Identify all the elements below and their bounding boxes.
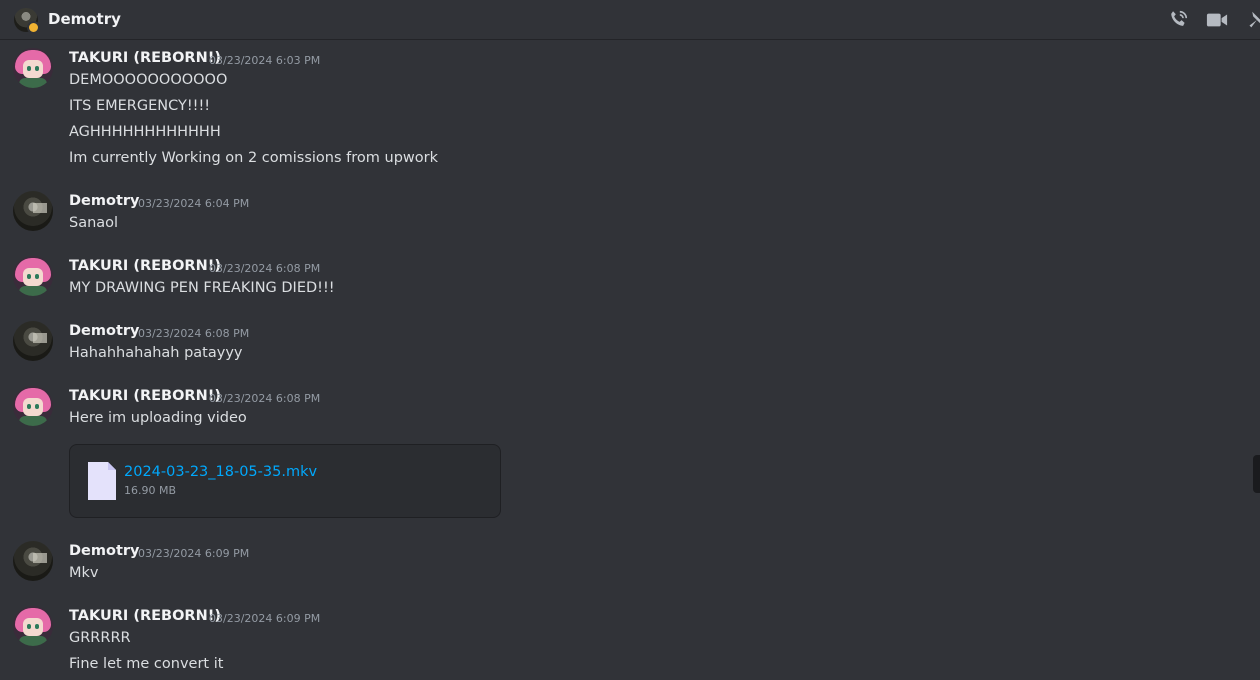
message-text: Hahahhahahah patayyy xyxy=(69,345,243,361)
dm-user-avatar[interactable] xyxy=(14,8,40,34)
user-avatar[interactable] xyxy=(13,321,53,361)
user-avatar[interactable] xyxy=(13,256,53,296)
video-camera-icon[interactable] xyxy=(1205,9,1229,31)
file-size: 16.90 MB xyxy=(124,484,177,497)
message-text: MY DRAWING PEN FREAKING DIED!!! xyxy=(69,280,335,296)
message-text: ITS EMERGENCY!!!! xyxy=(69,98,211,114)
scrollbar-thumb[interactable] xyxy=(1253,455,1260,493)
user-avatar[interactable] xyxy=(13,386,53,426)
timestamp: 03/23/2024 6:03 PM xyxy=(209,54,321,67)
phone-call-icon[interactable] xyxy=(1166,9,1190,31)
timestamp: 03/23/2024 6:08 PM xyxy=(209,262,321,275)
file-name-link[interactable]: 2024-03-23_18-05-35.mkv xyxy=(124,464,317,480)
message-text: Mkv xyxy=(69,565,99,581)
channel-header: Demotry xyxy=(0,0,1260,40)
author-name[interactable]: Demotry xyxy=(69,323,139,339)
timestamp: 03/23/2024 6:09 PM xyxy=(138,547,250,560)
author-name[interactable]: TAKURI (REBORN!) xyxy=(69,258,221,274)
file-icon xyxy=(86,460,118,502)
dm-user-name[interactable]: Demotry xyxy=(48,10,121,28)
message-text: GRRRRR xyxy=(69,630,131,646)
message-text: AGHHHHHHHHHHHH xyxy=(69,124,221,140)
user-avatar[interactable] xyxy=(13,606,53,646)
pin-icon[interactable] xyxy=(1243,9,1260,31)
author-name[interactable]: TAKURI (REBORN!) xyxy=(69,50,221,66)
author-name[interactable]: TAKURI (REBORN!) xyxy=(69,608,221,624)
user-avatar[interactable] xyxy=(13,191,53,231)
user-avatar[interactable] xyxy=(13,541,53,581)
timestamp: 03/23/2024 6:08 PM xyxy=(138,327,250,340)
timestamp: 03/23/2024 6:04 PM xyxy=(138,197,250,210)
message-text: Sanaol xyxy=(69,215,119,231)
timestamp: 03/23/2024 6:09 PM xyxy=(209,612,321,625)
author-name[interactable]: TAKURI (REBORN!) xyxy=(69,388,221,404)
author-name[interactable]: Demotry xyxy=(69,543,139,559)
timestamp: 03/23/2024 6:08 PM xyxy=(209,392,321,405)
message-text: Fine let me convert it xyxy=(69,656,224,672)
user-avatar[interactable] xyxy=(13,48,53,88)
file-attachment[interactable]: 2024-03-23_18-05-35.mkv 16.90 MB xyxy=(69,444,501,518)
author-name[interactable]: Demotry xyxy=(69,193,139,209)
message-text: Im currently Working on 2 comissions fro… xyxy=(69,150,438,166)
message-text: Here im uploading video xyxy=(69,410,247,426)
message-text: DEMOOOOOOOOOOO xyxy=(69,72,228,88)
